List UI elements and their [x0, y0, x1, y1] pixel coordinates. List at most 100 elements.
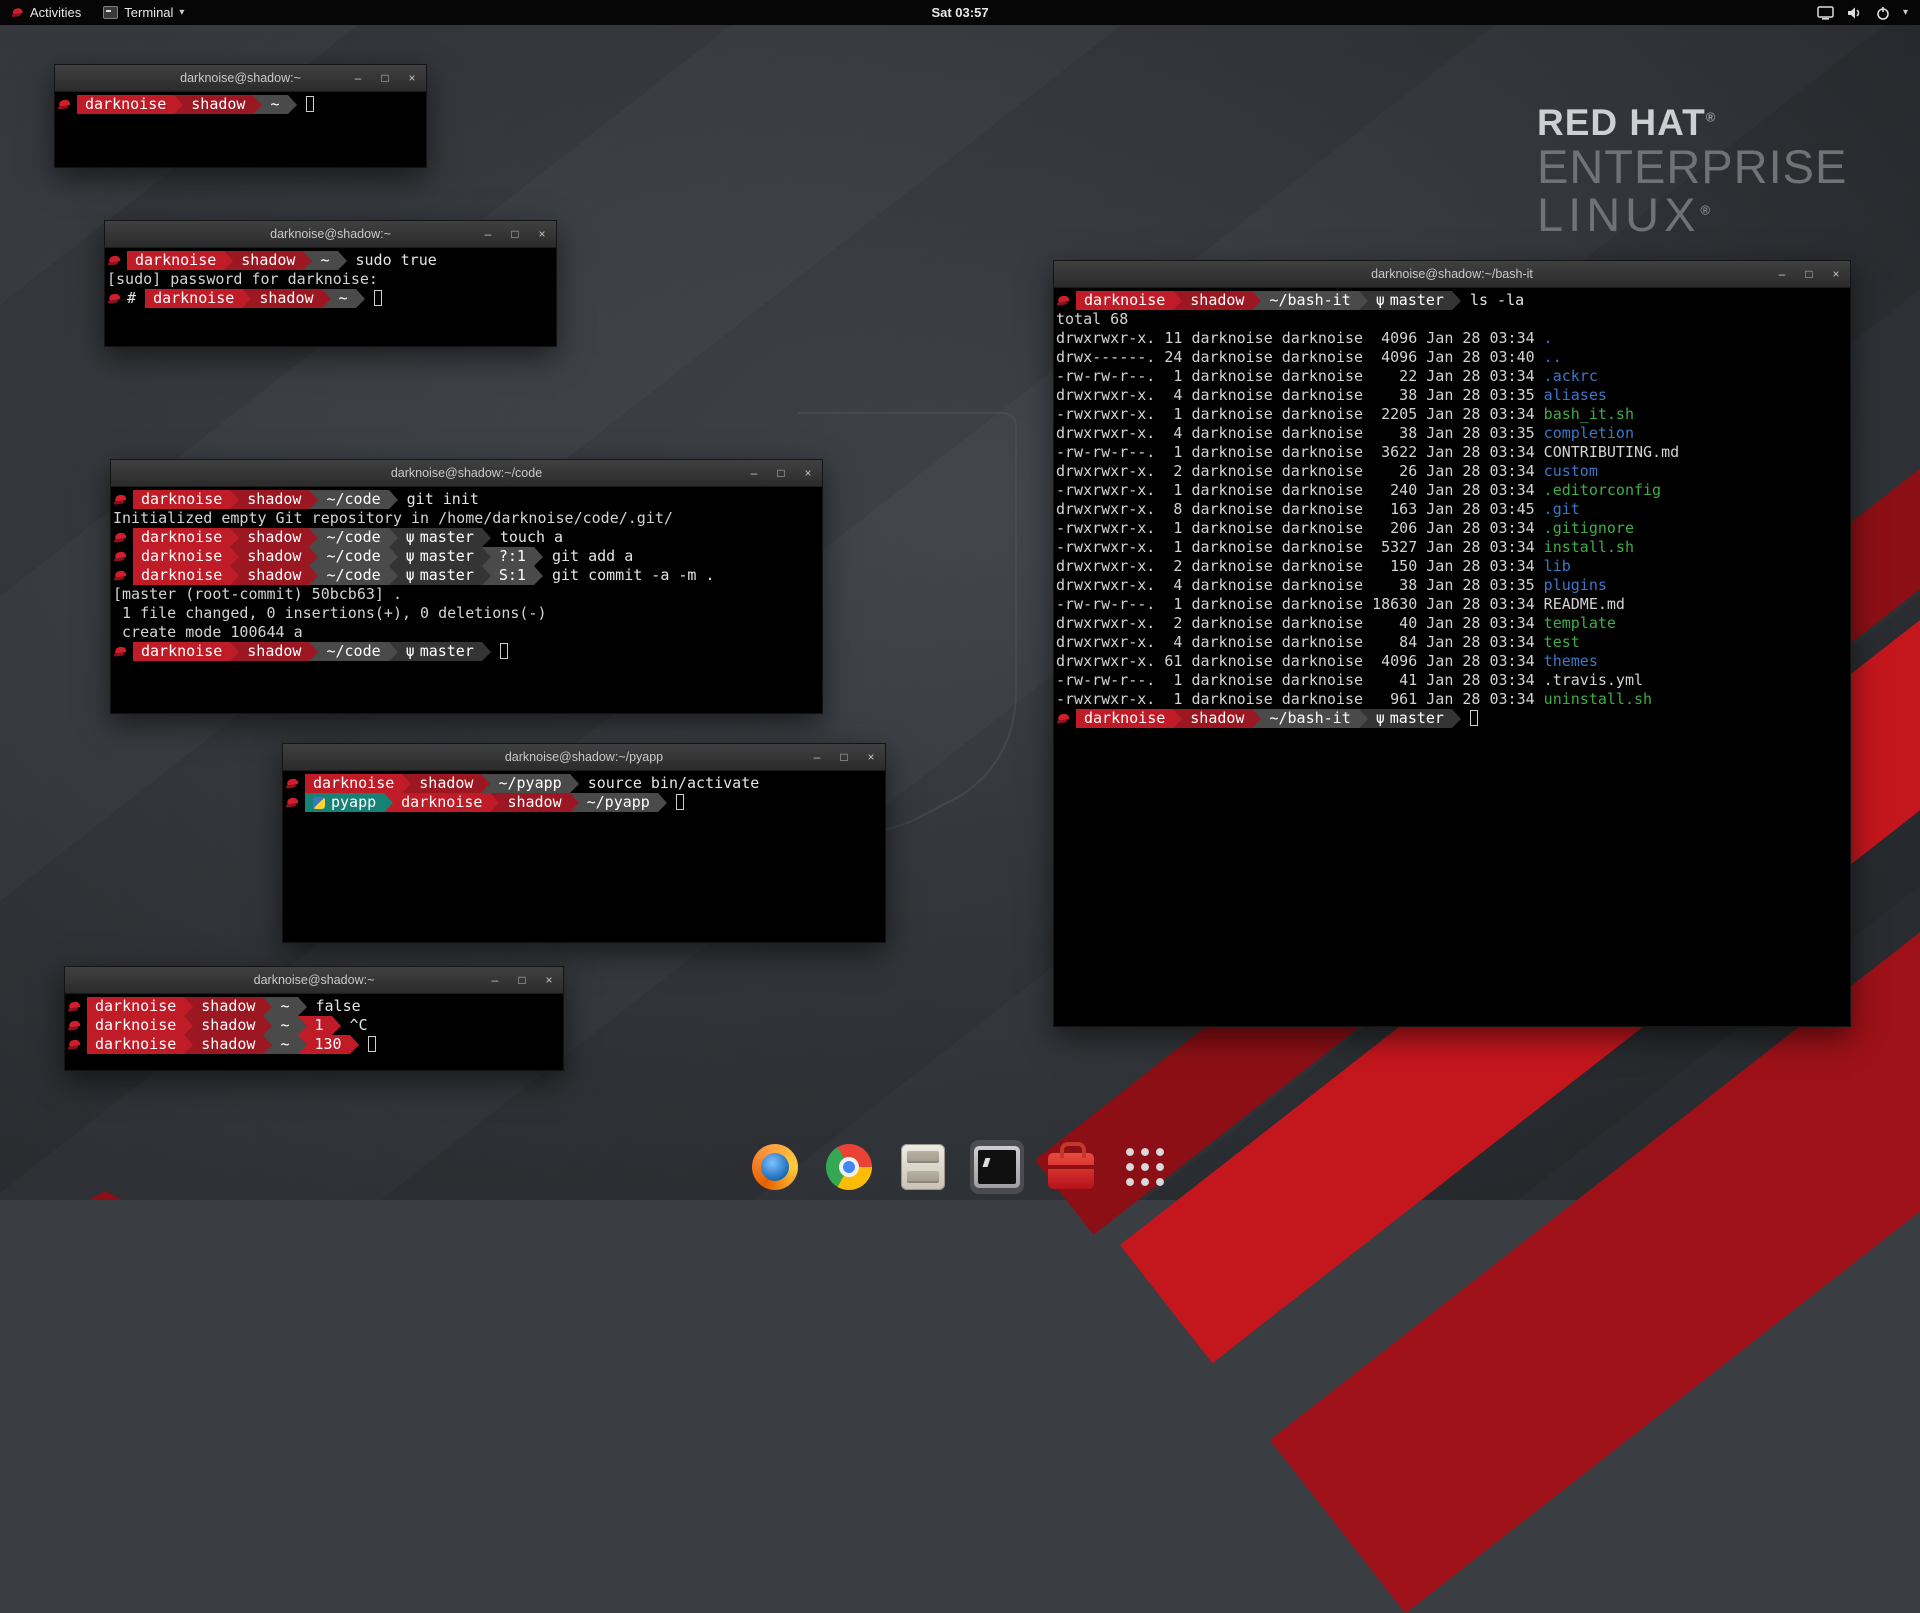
terminal-line: pyappdarknoiseshadow~/pyapp — [285, 793, 883, 812]
terminal-content[interactable]: darknoiseshadow~falsedarknoiseshadow~1^C… — [65, 994, 563, 1054]
output-text: -rw-rw-r--. 1 darknoise darknoise 3622 J… — [1056, 443, 1544, 461]
maximize-button[interactable]: □ — [515, 974, 529, 986]
prompt-segment-path: ~ — [331, 289, 356, 308]
powerline-arrow-icon — [481, 774, 490, 793]
dock-chrome[interactable] — [822, 1140, 876, 1194]
dock-terminal[interactable] — [970, 1140, 1024, 1194]
file-name: .git — [1544, 500, 1580, 518]
terminal-content[interactable]: darknoiseshadow~sudo true[sudo] password… — [105, 248, 556, 308]
prompt-segment-host: shadow — [233, 251, 303, 270]
output-text: -rw-rw-r--. 1 darknoise darknoise 18630 … — [1056, 595, 1544, 613]
output-text: -rwxrwxr-x. 1 darknoise darknoise 206 Ja… — [1056, 519, 1544, 537]
terminal-window: darknoise@shadow:~/pyapp – □ × darknoise… — [282, 743, 886, 943]
close-button[interactable]: × — [405, 72, 419, 84]
terminal-window: darknoise@shadow:~ – □ × darknoiseshadow… — [104, 220, 557, 347]
maximize-button[interactable]: □ — [508, 228, 522, 240]
power-icon[interactable] — [1876, 6, 1890, 20]
fedora-prompt-icon — [58, 98, 71, 111]
terminal-cursor — [500, 643, 508, 659]
maximize-button[interactable]: □ — [378, 72, 392, 84]
activities-button[interactable]: Activities — [0, 0, 92, 25]
minimize-button[interactable]: – — [488, 974, 502, 986]
window-titlebar[interactable]: darknoise@shadow:~/bash-it – □ × — [1054, 261, 1850, 288]
output-text: drwxrwxr-x. 4 darknoise darknoise 38 Jan… — [1056, 576, 1544, 594]
prompt-segment-path: ~ — [312, 251, 337, 270]
window-title: darknoise@shadow:~/code — [391, 466, 542, 480]
powerline-arrow-icon — [184, 997, 193, 1016]
powerline-arrow-icon — [174, 95, 183, 114]
output-text: -rwxrwxr-x. 1 darknoise darknoise 961 Ja… — [1056, 690, 1544, 708]
powerline-arrow-icon — [309, 490, 318, 509]
system-status-area[interactable]: ▾ — [1817, 0, 1920, 25]
clock[interactable]: Sat 03:57 — [931, 5, 988, 20]
window-titlebar[interactable]: darknoise@shadow:~ – □ × — [105, 221, 556, 248]
terminal-line: darknoiseshadow~/codeψmaster — [113, 642, 820, 661]
output-text: drwxrwxr-x. 2 darknoise darknoise 40 Jan… — [1056, 614, 1544, 632]
dock-show-applications[interactable] — [1118, 1140, 1172, 1194]
output-text: Initialized empty Git repository in /hom… — [113, 509, 673, 527]
powerline-arrow-icon — [570, 793, 579, 812]
powerline-arrow-icon — [309, 642, 318, 661]
minimize-button[interactable]: – — [351, 72, 365, 84]
prompt-segment-git: ψmaster — [398, 566, 482, 585]
terminal-line: 1 file changed, 0 insertions(+), 0 delet… — [113, 604, 820, 623]
maximize-button[interactable]: □ — [1802, 268, 1816, 280]
minimize-button[interactable]: – — [810, 751, 824, 763]
window-titlebar[interactable]: darknoise@shadow:~ – □ × — [55, 65, 426, 92]
minimize-button[interactable]: – — [481, 228, 495, 240]
command-text: sudo true — [356, 251, 437, 269]
terminal-content[interactable]: darknoiseshadow~/codegit initInitialized… — [111, 487, 822, 661]
terminal-line: drwxrwxr-x. 4 darknoise darknoise 38 Jan… — [1056, 424, 1848, 443]
window-title: darknoise@shadow:~ — [180, 71, 301, 85]
chevron-down-icon: ▾ — [1903, 7, 1908, 18]
file-name: .gitignore — [1544, 519, 1634, 537]
terminal-line: darknoiseshadow~/codeψmasterS:1git commi… — [113, 566, 820, 585]
close-button[interactable]: × — [1829, 268, 1843, 280]
file-name: aliases — [1544, 386, 1607, 404]
activities-label: Activities — [30, 5, 81, 20]
volume-icon[interactable] — [1847, 6, 1863, 20]
maximize-button[interactable]: □ — [774, 467, 788, 479]
minimize-button[interactable]: – — [747, 467, 761, 479]
powerline-arrow-icon — [230, 490, 239, 509]
window-titlebar[interactable]: darknoise@shadow:~/pyapp – □ × — [283, 744, 885, 771]
display-icon[interactable] — [1817, 6, 1834, 20]
file-name: plugins — [1544, 576, 1607, 594]
dock-firefox[interactable] — [748, 1140, 802, 1194]
prompt-segment-host: shadow — [239, 528, 309, 547]
dock-file-manager[interactable] — [896, 1140, 950, 1194]
dock-software[interactable] — [1044, 1140, 1098, 1194]
close-button[interactable]: × — [864, 751, 878, 763]
output-text: -rwxrwxr-x. 1 darknoise darknoise 2205 J… — [1056, 405, 1544, 423]
close-button[interactable]: × — [542, 974, 556, 986]
output-text: drwxrwxr-x. 4 darknoise darknoise 38 Jan… — [1056, 424, 1544, 442]
prompt-segment-venv: pyapp — [305, 793, 384, 812]
maximize-button[interactable]: □ — [837, 751, 851, 763]
minimize-button[interactable]: – — [1775, 268, 1789, 280]
prompt-segment-user: darknoise — [1076, 291, 1173, 310]
prompt-segment-path: ~/code — [318, 642, 388, 661]
close-button[interactable]: × — [535, 228, 549, 240]
powerline-arrow-icon — [298, 1035, 307, 1054]
powerline-arrow-icon — [389, 547, 398, 566]
powerline-arrow-icon — [230, 547, 239, 566]
terminal-content[interactable]: darknoiseshadow~ — [55, 92, 426, 114]
powerline-arrow-icon — [298, 997, 307, 1016]
terminal-content[interactable]: darknoiseshadow~/pyappsource bin/activat… — [283, 771, 885, 812]
fedora-prompt-icon — [114, 645, 127, 658]
window-titlebar[interactable]: darknoise@shadow:~ – □ × — [65, 967, 563, 994]
terminal-content[interactable]: darknoiseshadow~/bash-itψmasterls -latot… — [1054, 288, 1850, 728]
output-text: drwxrwxr-x. 2 darknoise darknoise 150 Ja… — [1056, 557, 1544, 575]
fedora-prompt-icon — [108, 254, 121, 267]
terminal-line: drwxrwxr-x. 4 darknoise darknoise 38 Jan… — [1056, 576, 1848, 595]
terminal-line: drwxrwxr-x. 2 darknoise darknoise 40 Jan… — [1056, 614, 1848, 633]
powerline-arrow-icon — [288, 95, 297, 114]
powerline-arrow-icon — [482, 566, 491, 585]
prompt-segment-host: shadow — [1182, 709, 1252, 728]
close-button[interactable]: × — [801, 467, 815, 479]
window-titlebar[interactable]: darknoise@shadow:~/code – □ × — [111, 460, 822, 487]
registered-mark: ® — [1700, 202, 1715, 217]
app-menu-terminal[interactable]: Terminal ▾ — [92, 0, 195, 25]
prompt-segment-user: darknoise — [393, 793, 490, 812]
prompt-segment-host: shadow — [239, 547, 309, 566]
